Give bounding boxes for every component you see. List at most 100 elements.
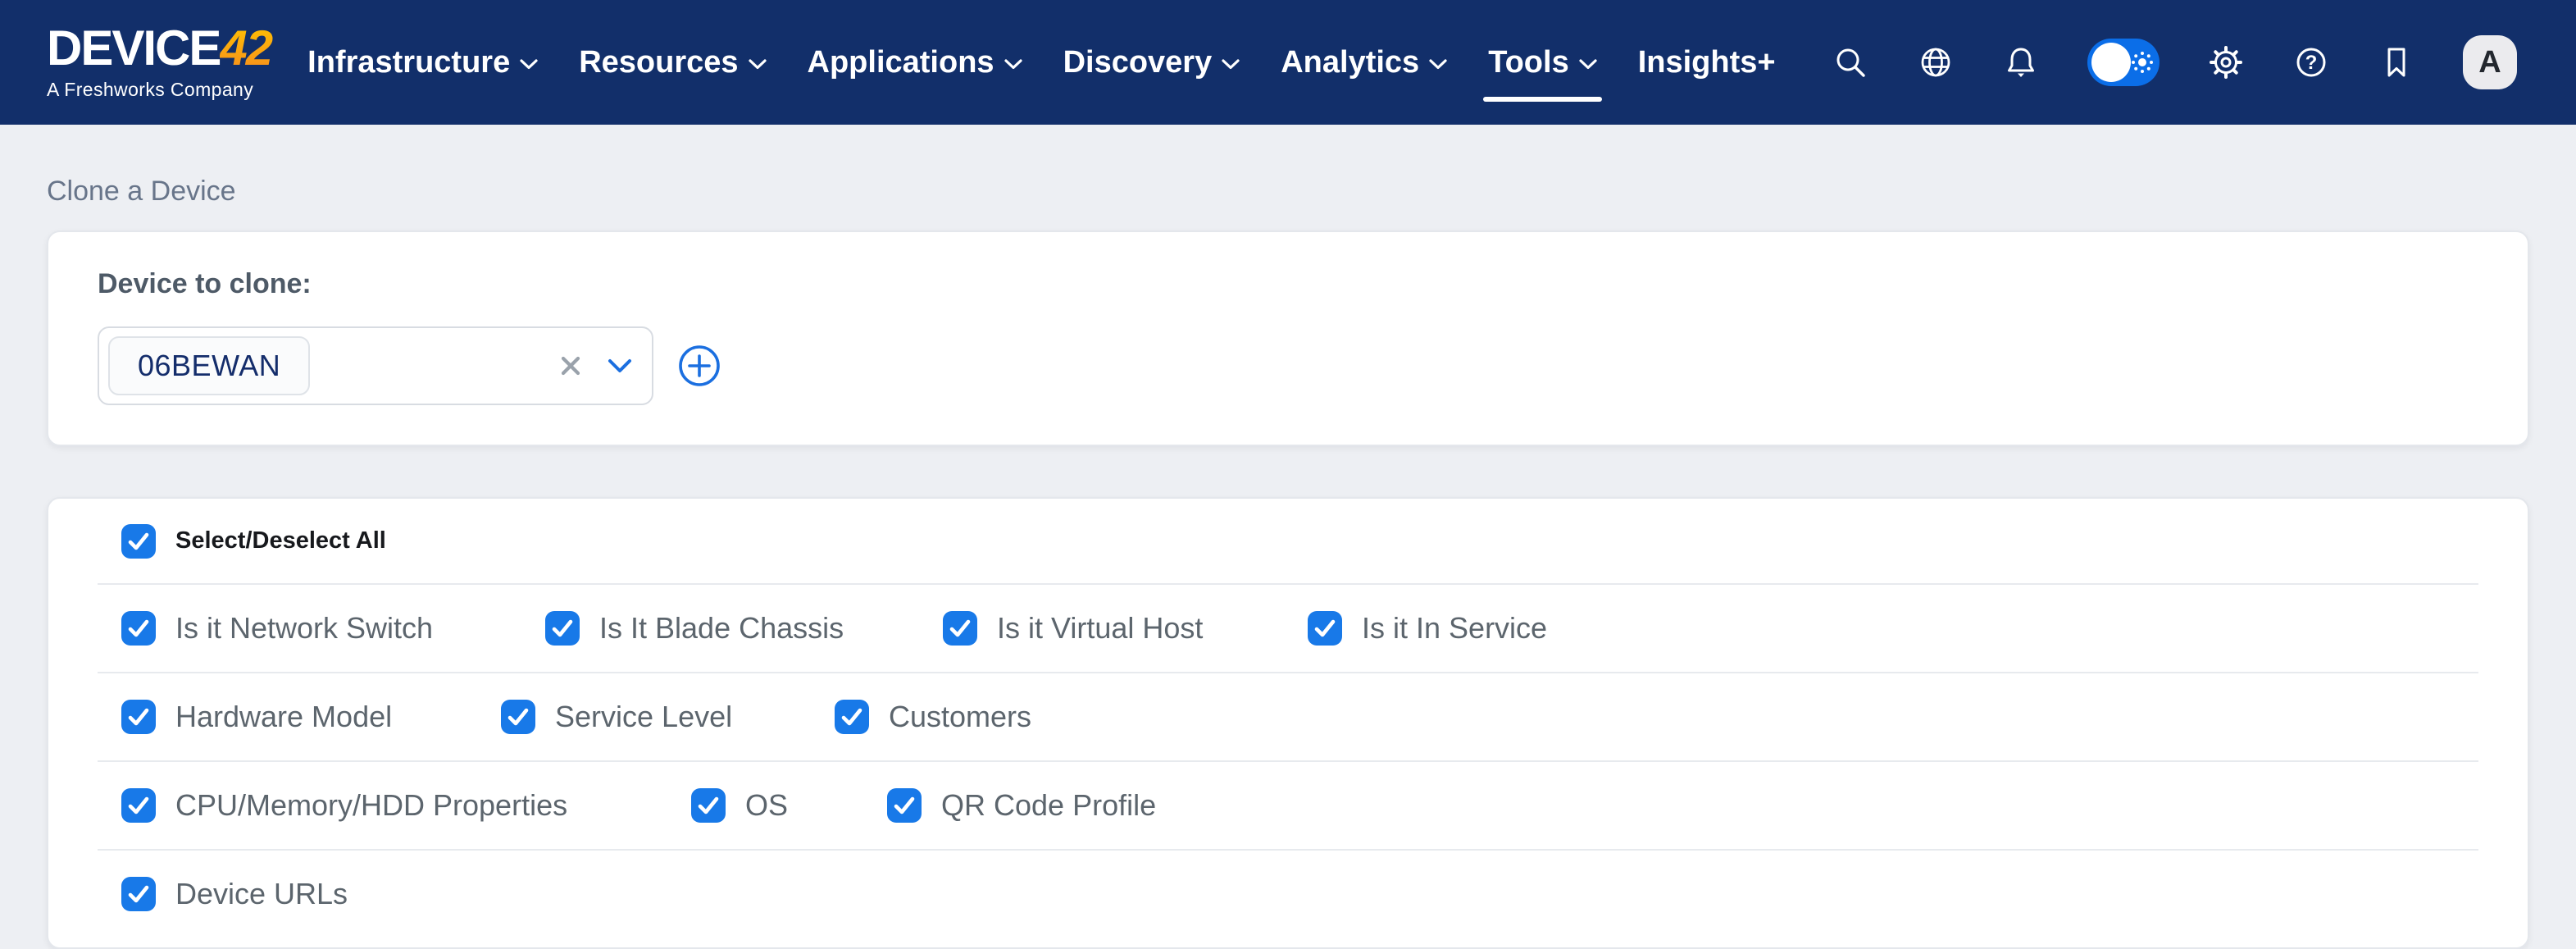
option-blade-chassis[interactable]: Is It Blade Chassis	[545, 611, 844, 646]
checkbox-checked[interactable]	[835, 700, 869, 734]
checkbox-checked[interactable]	[691, 788, 726, 823]
check-icon	[887, 788, 922, 823]
nav-item-applications[interactable]: Applications	[808, 0, 1022, 125]
chevron-down-icon	[1579, 59, 1597, 70]
device-select-row: 06BEWAN	[98, 326, 2478, 405]
option-hardware-model[interactable]: Hardware Model	[121, 700, 392, 734]
option-network-switch[interactable]: Is it Network Switch	[121, 611, 433, 646]
bell-icon	[2002, 43, 2040, 81]
avatar-initial: A	[2478, 45, 2501, 80]
check-icon	[121, 700, 156, 734]
checkbox-checked[interactable]	[943, 611, 977, 646]
options-row-4: Device URLs	[48, 851, 2528, 938]
clone-options-card: Select/Deselect All Is it Network Switch…	[47, 497, 2529, 949]
logo-wordmark-accent: 42	[220, 21, 275, 75]
search-icon	[1832, 43, 1869, 81]
nav-item-resources[interactable]: Resources	[579, 0, 766, 125]
clear-selection-button[interactable]	[558, 354, 583, 378]
checkbox-label: Hardware Model	[175, 700, 392, 734]
help-button[interactable]: ?	[2292, 43, 2330, 81]
language-button[interactable]	[1917, 43, 1955, 81]
options-row-2: Hardware Model Service Level Customers	[48, 673, 2528, 760]
option-cpu-memory-hdd[interactable]: CPU/Memory/HDD Properties	[121, 788, 567, 823]
checkbox-checked[interactable]	[501, 700, 535, 734]
option-service-level[interactable]: Service Level	[501, 700, 732, 734]
check-icon	[835, 700, 869, 734]
add-device-button[interactable]	[676, 343, 722, 389]
nav-item-label: Infrastructure	[307, 45, 510, 80]
device-select[interactable]: 06BEWAN	[98, 326, 653, 405]
select-all-row[interactable]: Select/Deselect All	[48, 499, 2528, 583]
chevron-down-icon	[749, 59, 767, 70]
checkbox-checked[interactable]	[121, 611, 156, 646]
bookmark-button[interactable]	[2378, 43, 2415, 81]
nav-item-tools[interactable]: Tools	[1488, 0, 1597, 125]
nav-item-insights[interactable]: Insights+	[1638, 0, 1776, 125]
checkbox-checked[interactable]	[121, 700, 156, 734]
logo-wordmark-main: DEVICE	[47, 21, 220, 75]
settings-button[interactable]	[2207, 43, 2245, 81]
nav-item-label: Resources	[579, 45, 738, 80]
logo-tagline: A Freshworks Company	[47, 79, 275, 101]
checkbox-checked[interactable]	[1308, 611, 1342, 646]
checkbox-label: Customers	[889, 700, 1031, 734]
check-icon	[501, 700, 535, 734]
option-virtual-host[interactable]: Is it Virtual Host	[943, 611, 1203, 646]
nav-item-infrastructure[interactable]: Infrastructure	[307, 0, 538, 125]
logo-wordmark: DEVICE42	[47, 24, 275, 73]
checkbox-label: QR Code Profile	[941, 788, 1156, 823]
chevron-down-icon	[1222, 59, 1240, 70]
nav-item-label: Analytics	[1281, 45, 1419, 80]
toggle-knob	[2091, 43, 2131, 82]
theme-toggle[interactable]	[2087, 39, 2160, 86]
checkbox-label: Is it In Service	[1362, 611, 1547, 646]
option-customers[interactable]: Customers	[835, 700, 1031, 734]
nav-item-label: Applications	[808, 45, 994, 80]
nav-item-label: Insights+	[1638, 45, 1776, 80]
chevron-down-icon	[608, 358, 632, 373]
help-icon: ?	[2292, 43, 2330, 81]
check-icon	[121, 611, 156, 646]
option-os[interactable]: OS	[691, 788, 788, 823]
user-avatar[interactable]: A	[2463, 35, 2517, 89]
nav-item-discovery[interactable]: Discovery	[1063, 0, 1240, 125]
main-content: Clone a Device Device to clone: 06BEWAN	[0, 176, 2576, 949]
checkbox-checked[interactable]	[545, 611, 580, 646]
option-qr-code-profile[interactable]: QR Code Profile	[887, 788, 1156, 823]
checkbox-select-all[interactable]	[121, 524, 156, 559]
device42-logo[interactable]: DEVICE42 A Freshworks Company	[47, 24, 275, 101]
page-title: Clone a Device	[47, 176, 2529, 208]
option-device-urls[interactable]: Device URLs	[121, 877, 348, 911]
selected-device-name: 06BEWAN	[138, 349, 280, 383]
options-row-1: Is it Network Switch Is It Blade Chassis…	[48, 585, 2528, 672]
device-to-clone-card: Device to clone: 06BEWAN	[47, 230, 2529, 446]
select-dropdown-button[interactable]	[608, 358, 632, 373]
navbar-actions: ? A	[1832, 35, 2517, 89]
bookmark-icon	[2378, 43, 2415, 81]
checkbox-label: Service Level	[555, 700, 732, 734]
selected-device-tag[interactable]: 06BEWAN	[108, 336, 310, 395]
checkbox-checked[interactable]	[121, 877, 156, 911]
checkbox-label: Is it Network Switch	[175, 611, 433, 646]
check-icon	[1308, 611, 1342, 646]
main-menu: Infrastructure Resources Applications Di…	[307, 0, 1775, 125]
checkbox-checked[interactable]	[121, 788, 156, 823]
checkbox-label: Is it Virtual Host	[997, 611, 1203, 646]
search-button[interactable]	[1832, 43, 1869, 81]
checkbox-checked[interactable]	[887, 788, 922, 823]
device-to-clone-label: Device to clone:	[98, 268, 2478, 300]
check-icon	[943, 611, 977, 646]
check-icon	[121, 877, 156, 911]
check-icon	[121, 524, 156, 559]
option-in-service[interactable]: Is it In Service	[1308, 611, 1547, 646]
checkbox-label: Is It Blade Chassis	[599, 611, 844, 646]
nav-item-analytics[interactable]: Analytics	[1281, 0, 1447, 125]
chevron-down-icon	[520, 59, 538, 70]
svg-text:?: ?	[2305, 52, 2318, 74]
check-icon	[121, 788, 156, 823]
globe-icon	[1917, 43, 1955, 81]
chevron-down-icon	[1004, 59, 1022, 70]
nav-item-label: Discovery	[1063, 45, 1213, 80]
notifications-button[interactable]	[2002, 43, 2040, 81]
select-all-label: Select/Deselect All	[175, 527, 386, 554]
